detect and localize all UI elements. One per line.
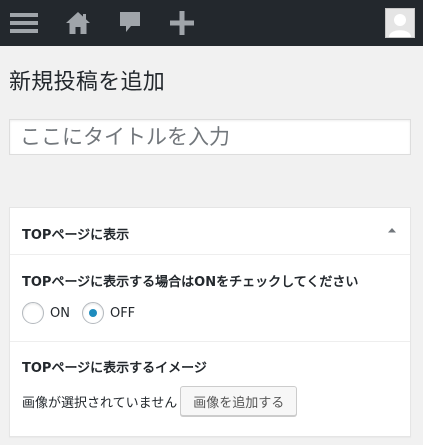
plus-icon (170, 11, 194, 35)
post-title-input[interactable] (9, 119, 411, 155)
admin-bar (0, 0, 423, 46)
radio-off[interactable] (81, 302, 104, 324)
page-title: 新規投稿を追加 (9, 70, 166, 95)
user-account-button[interactable] (384, 0, 416, 46)
radio-off-label: OFF (109, 305, 136, 321)
radio-on-label: ON (50, 305, 70, 321)
new-content-button[interactable] (164, 0, 200, 46)
meta-box-header[interactable]: TOPページに表示 (10, 208, 410, 255)
avatar-silhouette-icon (389, 14, 411, 37)
radio-off-option[interactable]: OFF (81, 302, 136, 324)
home-icon (66, 12, 90, 34)
collapse-toggle-button[interactable] (382, 220, 402, 240)
meta-box-title: TOPページに表示 (22, 228, 130, 243)
section-divider (10, 341, 410, 342)
image-select-row: 画像が選択されていません 画像を追加する (22, 386, 298, 416)
image-status-text: 画像が選択されていません (22, 395, 178, 411)
home-button[interactable] (60, 0, 96, 46)
top-page-meta-box: TOPページに表示 TOPページに表示する場合はONをチェックしてください ON… (9, 207, 411, 437)
radio-on-option[interactable]: ON (22, 302, 70, 324)
user-avatar (385, 8, 415, 38)
display-question-label: TOPページに表示する場合はONをチェックしてください (22, 275, 359, 290)
comment-icon (120, 12, 140, 32)
triangle-up-icon (388, 228, 396, 233)
display-radio-group: ON OFF (22, 299, 147, 327)
comments-button[interactable] (112, 0, 148, 46)
menu-icon (10, 13, 38, 33)
menu-toggle-button[interactable] (6, 0, 42, 46)
image-label: TOPページに表示するイメージ (22, 361, 207, 376)
add-image-button[interactable]: 画像を追加する (180, 386, 298, 416)
radio-on[interactable] (22, 302, 44, 324)
